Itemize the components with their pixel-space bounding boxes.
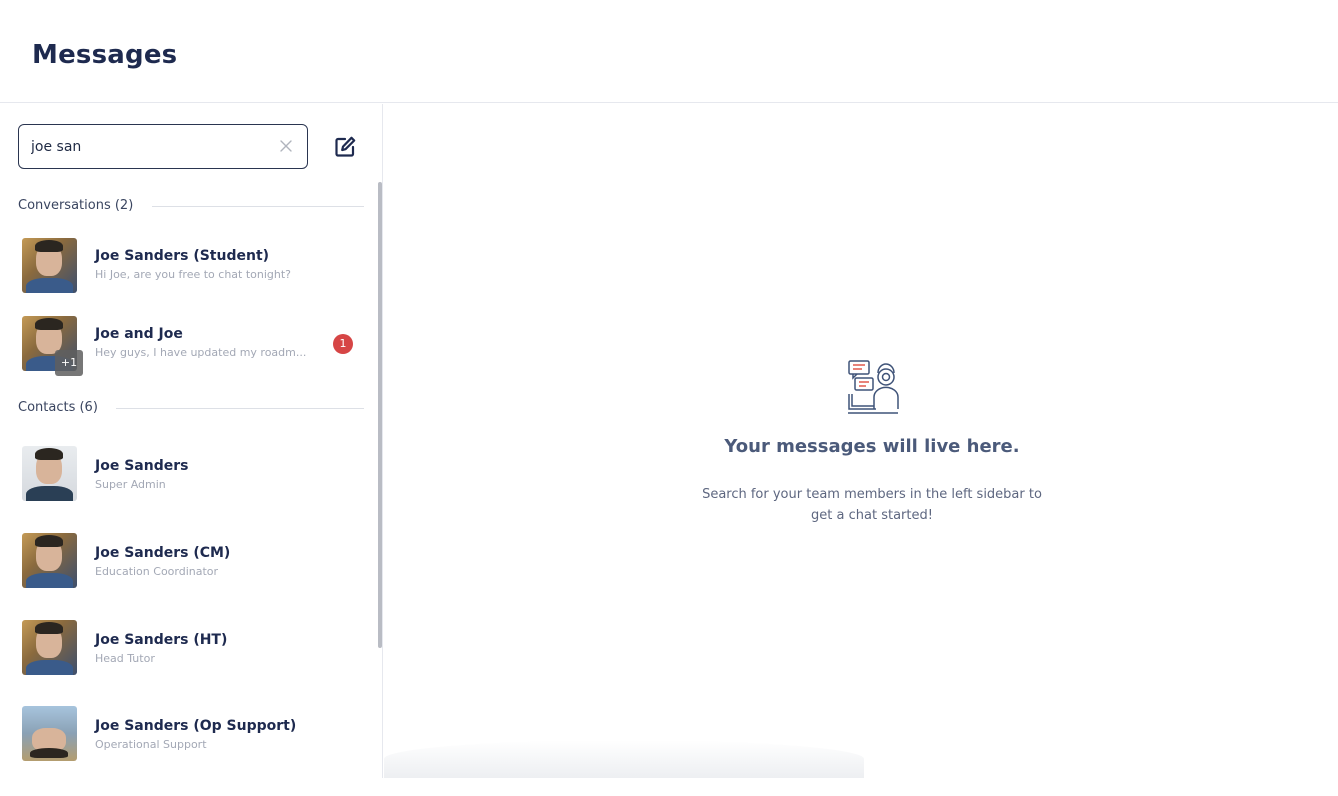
conversations-section-label: Conversations (2) [18,198,134,213]
page-title: Messages [32,40,178,70]
conversation-preview: Hey guys, I have updated my roadm... [95,346,307,359]
compose-message-icon[interactable] [333,135,357,159]
page-header: Messages [0,0,1338,103]
contact-name: Joe Sanders (Op Support) [95,718,297,734]
conversation-name: Joe and Joe [95,326,183,342]
avatar [22,238,77,293]
contacts-section-label: Contacts (6) [18,400,98,415]
conversation-name: Joe Sanders (Student) [95,248,270,264]
empty-state-panel: Your messages will live here. Search for… [384,104,1338,778]
contact-item[interactable]: Joe Sanders Super Admin [0,442,376,512]
contact-role: Head Tutor [95,652,155,665]
contact-role: Education Coordinator [95,565,219,578]
chat-support-icon [848,360,899,414]
contact-role: Super Admin [95,478,166,491]
contact-name: Joe Sanders (CM) [95,545,231,561]
bottom-shadow [384,740,864,778]
empty-state-subtitle: Search for your team members in the left… [702,487,1042,523]
conversation-item[interactable]: Joe Sanders (Student) Hi Joe, are you fr… [0,234,376,304]
sidebar-scrollbar[interactable] [378,182,382,648]
avatar [22,706,77,761]
conversation-preview: Hi Joe, are you free to chat tonight? [95,268,292,281]
conversation-item[interactable]: +1 Joe and Joe Hey guys, I have updated … [0,312,376,382]
clear-search-icon[interactable] [275,135,297,157]
contact-role: Operational Support [95,738,207,751]
extra-members-badge: +1 [55,350,83,376]
section-divider [116,408,364,409]
contact-item[interactable]: Joe Sanders (Op Support) Operational Sup… [0,702,376,772]
contact-name: Joe Sanders [95,458,189,474]
section-divider [152,206,364,207]
search-box[interactable] [18,124,308,169]
avatar [22,620,77,675]
empty-state-title: Your messages will live here. [724,436,1020,457]
contact-item[interactable]: Joe Sanders (HT) Head Tutor [0,616,376,686]
search-input[interactable] [31,125,271,168]
avatar [22,533,77,588]
conversation-sidebar: Conversations (2) Joe Sanders (Student) … [0,104,383,778]
avatar [22,446,77,501]
contact-item[interactable]: Joe Sanders (CM) Education Coordinator [0,529,376,599]
contact-name: Joe Sanders (HT) [95,632,228,648]
unread-count-badge: 1 [333,334,353,354]
